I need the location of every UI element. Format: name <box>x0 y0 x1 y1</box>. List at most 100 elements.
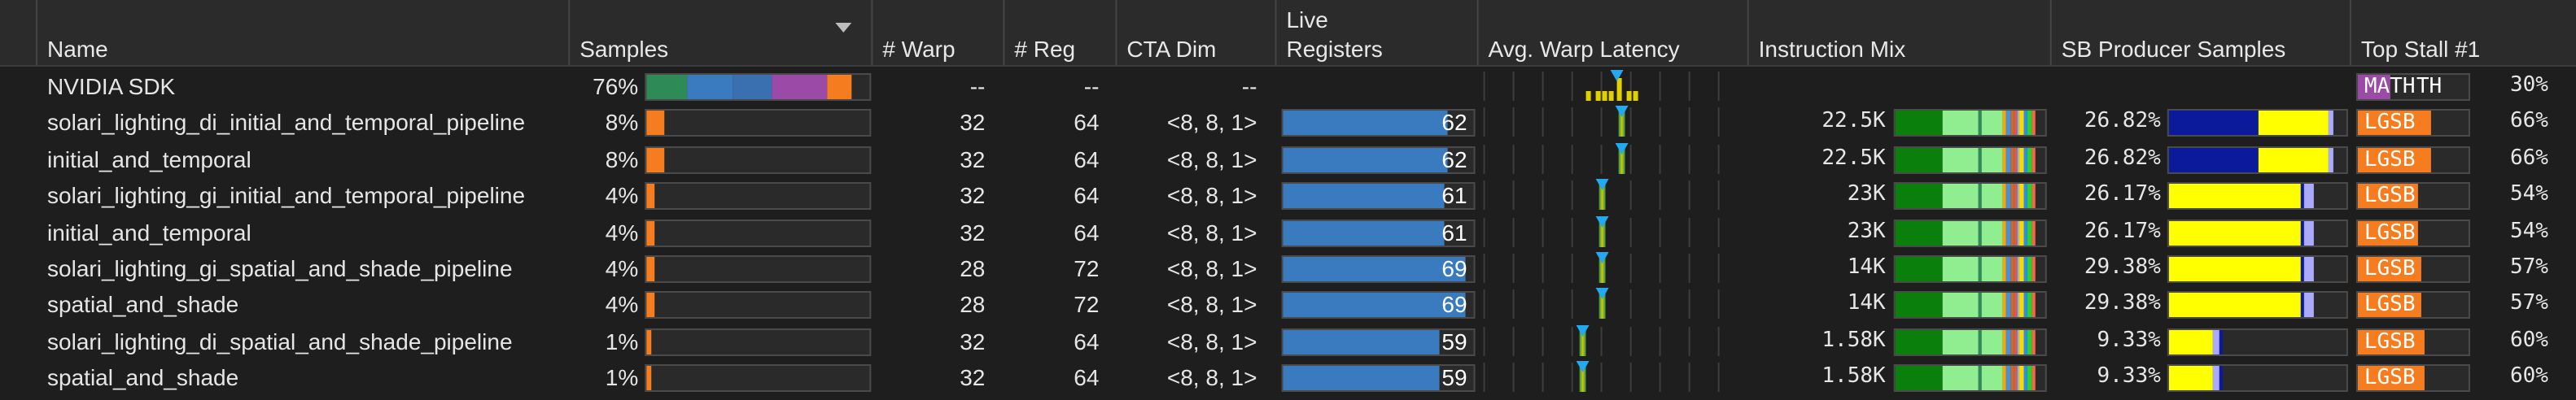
samples-bar <box>645 328 872 356</box>
live-registers-bar: 62 <box>1281 109 1476 137</box>
header-mix[interactable]: Instruction Mix <box>1749 0 2052 65</box>
mix-segment <box>1982 257 2004 281</box>
header-stall[interactable]: Top Stall #1 <box>2351 0 2576 65</box>
latency-gridline <box>1629 180 1632 211</box>
samples-pct: 76% <box>593 73 639 99</box>
sb-producer-bar <box>2167 182 2348 211</box>
table-row[interactable]: initial_and_temporal 8% 32 64 <8, 8, 1> 62 22.… <box>0 141 2576 177</box>
warp-count: 32 <box>960 328 986 354</box>
latency-gridline <box>1542 289 1544 320</box>
live-registers-value: 59 <box>1441 364 1467 391</box>
samples-segment <box>646 111 665 136</box>
table-row[interactable]: solari_lighting_di_initial_and_temporal_… <box>0 105 2576 141</box>
latency-bin <box>1616 78 1622 101</box>
table-row[interactable]: solari_lighting_di_spatial_and_shade_pip… <box>0 324 2576 359</box>
latency-gridline <box>1571 72 1573 101</box>
mix-segment <box>1895 257 1944 281</box>
latency-histogram <box>1483 324 1721 356</box>
header-reg-label: # Reg <box>1014 36 1076 62</box>
latency-gridline <box>1542 254 1544 283</box>
samples-bar <box>645 182 872 211</box>
header-latency[interactable]: Avg. Warp Latency <box>1479 0 1749 65</box>
header-name[interactable]: Name <box>37 0 571 65</box>
sb-pct: 29.38% <box>2084 291 2161 316</box>
header-cta[interactable]: CTA Dim <box>1117 0 1277 65</box>
latency-gridline <box>1659 180 1661 211</box>
latency-gridline <box>1542 72 1544 101</box>
top-stall-name: LGSB <box>2364 147 2416 172</box>
latency-gridline <box>1717 254 1720 283</box>
sb-segment <box>2303 220 2315 246</box>
latency-gridline <box>1571 326 1573 356</box>
latency-gridline <box>1659 363 1661 393</box>
reg-count: 64 <box>1074 109 1100 136</box>
live-registers-fill <box>1283 366 1440 391</box>
mix-segment <box>2031 147 2036 172</box>
samples-pct: 4% <box>605 291 639 318</box>
top-stall-bar: LGSB <box>2355 219 2470 247</box>
header-cta-label: CTA Dim <box>1126 36 1217 62</box>
instruction-mix-bar <box>1893 146 2047 174</box>
latency-gridline <box>1629 326 1632 356</box>
table-header: Name Samples # Warp # Reg CTA Dim Live Re… <box>0 0 2576 67</box>
latency-gridline <box>1542 326 1544 356</box>
live-registers-value: 59 <box>1441 328 1467 354</box>
top-stall-bar: LGSB <box>2355 328 2470 356</box>
sb-segment <box>2168 147 2258 172</box>
cta-dim: <8, 8, 1> <box>1166 328 1257 354</box>
samples-segment <box>646 293 656 318</box>
latency-gridline <box>1542 107 1544 137</box>
table-row[interactable]: solari_lighting_gi_initial_and_temporal_… <box>0 177 2576 213</box>
header-live-registers[interactable]: Live Registers <box>1276 0 1479 65</box>
table-row[interactable]: NVIDIA SDK 76% -- -- -- MATH TH 30% <box>0 68 2576 104</box>
table-row[interactable]: spatial_and_shade 4% 28 72 <8, 8, 1> 69 14K 29.… <box>0 287 2576 323</box>
mix-segment <box>1982 184 2004 209</box>
mix-segment <box>1982 220 2004 246</box>
latency-gridline <box>1717 180 1720 211</box>
reg-count: 64 <box>1074 219 1100 246</box>
mix-segment <box>1895 220 1944 246</box>
sb-segment <box>2218 366 2223 391</box>
table-row[interactable]: spatial_and_shade 1% 32 64 <8, 8, 1> 59 1.58K 9… <box>0 359 2576 395</box>
mix-count: 22.5K <box>1822 146 1886 171</box>
table-row[interactable]: solari_lighting_gi_spatial_and_shade_pip… <box>0 250 2576 286</box>
row-name: spatial_and_shade <box>47 291 239 318</box>
latency-pointer-icon <box>1614 106 1628 118</box>
sb-producer-bar <box>2167 109 2348 137</box>
sb-pct: 9.33% <box>2097 364 2161 389</box>
top-stall-bar: LGSB <box>2355 146 2470 174</box>
mix-segment <box>1895 329 1944 354</box>
latency-gridline <box>1571 363 1573 393</box>
latency-gridline <box>1629 254 1632 283</box>
sb-pct: 9.33% <box>2097 328 2161 353</box>
reg-count: -- <box>1083 73 1100 99</box>
sb-producer-bar <box>2167 328 2348 356</box>
reg-count: 72 <box>1074 291 1100 318</box>
latency-gridline <box>1688 107 1690 137</box>
header-live-label: Live <box>1286 7 1328 33</box>
header-samples[interactable]: Samples <box>570 0 873 65</box>
row-name: initial_and_temporal <box>47 146 251 172</box>
top-stall-name: LGSB <box>2364 366 2416 391</box>
top-stall-name: LGSB <box>2364 329 2416 354</box>
live-registers-fill <box>1283 220 1445 246</box>
header-warp[interactable]: # Warp <box>873 0 1005 65</box>
sb-segment <box>2303 293 2315 318</box>
sb-segment <box>2218 329 2223 354</box>
samples-segment <box>646 366 651 391</box>
top-stall-bar: LGSB <box>2355 109 2470 137</box>
mix-segment <box>1943 329 1978 354</box>
warp-count: 32 <box>960 182 986 209</box>
header-sb[interactable]: SB Producer Samples <box>2052 0 2351 65</box>
live-registers-bar: 69 <box>1281 255 1476 283</box>
latency-gridline <box>1571 180 1573 211</box>
live-registers-fill <box>1283 293 1467 318</box>
latency-gridline <box>1512 107 1515 137</box>
header-registers-label: Registers <box>1286 36 1383 62</box>
table-row[interactable]: initial_and_temporal 4% 32 64 <8, 8, 1> 61 23K… <box>0 214 2576 250</box>
mix-segment <box>2031 293 2036 318</box>
latency-gridline <box>1688 363 1690 393</box>
header-reg[interactable]: # Reg <box>1004 0 1117 65</box>
latency-histogram <box>1483 70 1721 101</box>
instruction-mix-bar <box>1893 255 2047 283</box>
